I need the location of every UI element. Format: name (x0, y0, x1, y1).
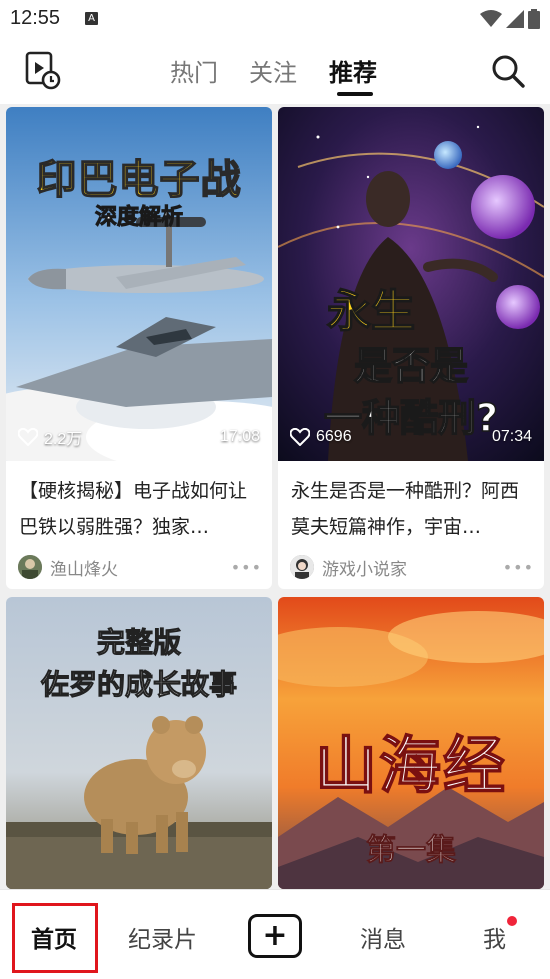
author-name[interactable]: 游戏小说家 (322, 555, 407, 580)
heart-icon (18, 428, 38, 446)
video-title[interactable]: 【硬核揭秘】电子战如何让巴铁以弱胜强？独家… (19, 473, 263, 545)
author-row: 游戏小说家 ••• (290, 552, 534, 582)
thumbnail-headline: 永生 (326, 285, 416, 338)
watch-history-button[interactable] (25, 50, 63, 90)
thumbnail-subheadline: 是否是 (353, 343, 469, 389)
nav-me[interactable]: 我 (483, 920, 506, 954)
status-indicators (480, 9, 540, 29)
author-row: 渔山烽火 ••• (18, 552, 262, 582)
like-count: 6696 (316, 428, 352, 445)
video-duration: 07:34 (491, 428, 532, 445)
video-thumbnail[interactable]: 永生 是否是 一种酷刑? 6696 07:34 (278, 107, 544, 461)
video-card[interactable]: 完整版 佐罗的成长故事 (6, 597, 272, 889)
battery-icon (528, 9, 540, 29)
notification-dot (507, 916, 517, 926)
thumbnail-subheadline: 深度解析 (94, 205, 183, 231)
thumbnail-headline: 完整版 (96, 626, 181, 660)
wifi-icon (480, 10, 502, 27)
tab-recommend[interactable]: 推荐 (329, 53, 377, 88)
thumbnail-subheadline: 佐罗的成长故事 (40, 668, 237, 702)
status-time: 12:55 (10, 7, 61, 29)
video-card[interactable]: 永生 是否是 一种酷刑? 6696 07:34 永生是否是一种酷刑？阿西莫夫短篇… (278, 107, 544, 589)
heart-icon (290, 428, 310, 446)
tab-hot[interactable]: 热门 (170, 53, 218, 88)
author-name[interactable]: 渔山烽火 (50, 555, 118, 580)
avatar[interactable] (18, 555, 42, 579)
nav-messages[interactable]: 消息 (360, 920, 406, 954)
status-bar: 12:55 A (0, 0, 550, 38)
video-title[interactable]: 永生是否是一种酷刑？阿西莫夫短篇神作，宇宙… (291, 473, 535, 545)
video-duration: 17:08 (219, 428, 260, 445)
nav-home[interactable]: 首页 (31, 920, 77, 954)
signal-icon (506, 10, 524, 28)
search-icon (492, 55, 525, 88)
like-count: 2.2万 (44, 431, 83, 448)
nav-documentary[interactable]: 纪录片 (128, 920, 197, 954)
plus-icon: + (262, 918, 288, 953)
thumbnail-headline: 山海经 (314, 728, 507, 803)
thumbnail-subheadline: 第一集 (366, 833, 457, 869)
tab-follow[interactable]: 关注 (249, 53, 297, 88)
more-options-icon[interactable]: ••• (503, 558, 534, 577)
active-tab-indicator (337, 92, 373, 96)
video-thumbnail[interactable]: 印巴电子战 深度解析 2.2万 17:08 (6, 107, 272, 461)
video-thumbnail[interactable]: 山海经 第一集 (278, 597, 544, 889)
search-button[interactable] (490, 53, 526, 89)
bottom-navigation: 首页 纪录片 + 消息 我 (0, 889, 550, 979)
create-button[interactable]: + (248, 914, 302, 958)
video-card[interactable]: 山海经 第一集 (278, 597, 544, 889)
top-header: 热门 关注 推荐 (0, 38, 550, 104)
video-meta: 2.2万 17:08 (18, 425, 260, 449)
video-meta: 6696 07:34 (290, 425, 532, 449)
play-history-icon (25, 51, 61, 90)
more-options-icon[interactable]: ••• (231, 558, 262, 577)
video-card[interactable]: 印巴电子战 深度解析 2.2万 17:08 【硬核揭秘】电子战如何让巴铁以弱胜强… (6, 107, 272, 589)
avatar[interactable] (290, 555, 314, 579)
thumbnail-headline: 印巴电子战 (36, 156, 242, 204)
notification-app-icon: A (85, 12, 98, 25)
video-thumbnail[interactable]: 完整版 佐罗的成长故事 (6, 597, 272, 889)
